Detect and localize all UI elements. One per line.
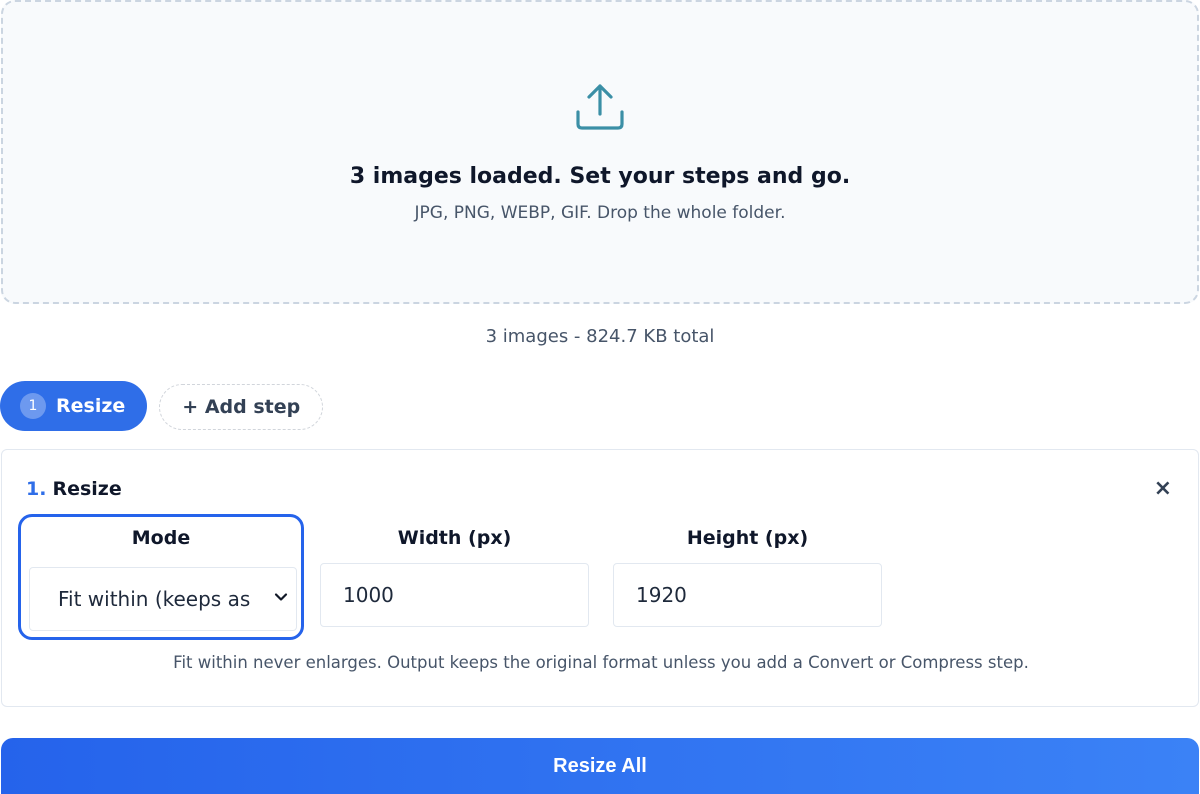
dropzone-subtitle: JPG, PNG, WEBP, GIF. Drop the whole fold… bbox=[414, 203, 786, 223]
resize-hint-text: Fit within never enlarges. Output keeps … bbox=[173, 653, 1029, 672]
mode-select[interactable]: Fit within (keeps as bbox=[29, 567, 297, 631]
width-label: Width (px) bbox=[397, 527, 512, 549]
upload-dropzone[interactable]: 3 images loaded. Set your steps and go. … bbox=[1, 0, 1199, 304]
upload-icon bbox=[576, 84, 624, 130]
resize-all-button[interactable]: Resize All bbox=[1, 738, 1199, 794]
width-field: Width (px) 1000 bbox=[320, 514, 589, 627]
step-number-badge: 1 bbox=[20, 393, 46, 419]
card-step-title: Resize bbox=[52, 478, 122, 500]
close-icon[interactable]: × bbox=[1154, 476, 1172, 501]
height-input[interactable]: 1920 bbox=[613, 563, 882, 627]
step-list: 1 Resize + Add step bbox=[0, 381, 324, 431]
dropzone-title: 3 images loaded. Set your steps and go. bbox=[349, 164, 851, 189]
mode-label: Mode bbox=[131, 527, 191, 549]
width-input[interactable]: 1000 bbox=[320, 563, 589, 627]
file-summary: 3 images - 824.7 KB total bbox=[485, 326, 715, 347]
resize-step-card: 1. Resize × Mode Fit within (keeps as Wid… bbox=[1, 449, 1199, 707]
add-step-button[interactable]: + Add step bbox=[159, 384, 324, 430]
chevron-down-icon bbox=[274, 593, 288, 601]
card-step-number: 1. bbox=[26, 478, 47, 500]
height-field: Height (px) 1920 bbox=[613, 514, 882, 627]
step-chip-resize[interactable]: 1 Resize bbox=[0, 381, 148, 431]
mode-field: Mode Fit within (keeps as bbox=[18, 514, 304, 640]
height-label: Height (px) bbox=[686, 527, 809, 549]
card-title: 1. Resize bbox=[26, 478, 122, 500]
mode-select-value: Fit within (keeps as bbox=[58, 587, 251, 611]
step-chip-label: Resize bbox=[56, 395, 126, 417]
